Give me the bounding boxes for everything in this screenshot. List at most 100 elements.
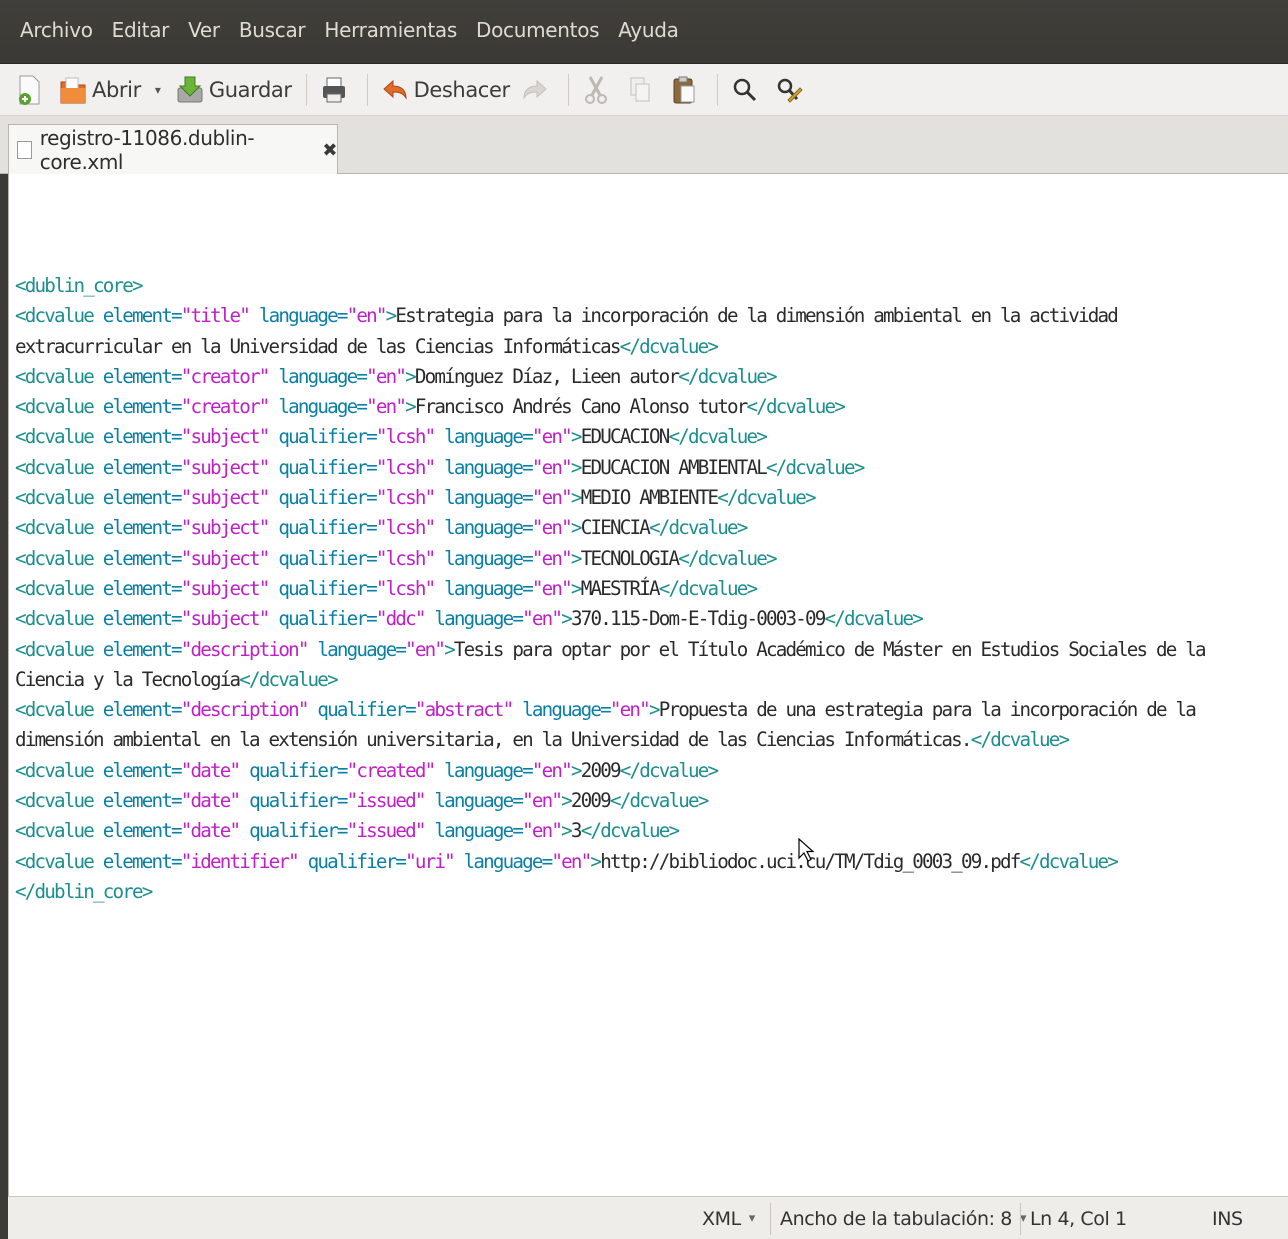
code-token-attr: language= [512, 698, 612, 722]
code-line[interactable]: <dcvalue element="date" qualifier="creat… [15, 756, 1285, 786]
find-replace-button[interactable] [774, 70, 808, 110]
code-line[interactable]: <dcvalue element="title" language="en">E… [15, 301, 1285, 331]
code-token-tag: <dcvalue [15, 789, 103, 813]
code-token-tag: </dcvalue> [609, 789, 709, 813]
code-token-attr: element= [102, 576, 183, 600]
mouse-pointer-icon [798, 838, 814, 862]
insert-mode: INS [1212, 1197, 1243, 1239]
code-line[interactable]: <dcvalue element="date" qualifier="issue… [15, 786, 1285, 816]
code-token-tag: </dcvalue> [678, 546, 777, 570]
menu-herramientas[interactable]: Herramientas [324, 18, 457, 42]
code-token-tag: </dcvalue> [619, 758, 719, 782]
code-token-txt: MEDIO AMBIENTE [580, 486, 719, 510]
code-token-attr: language= [453, 849, 554, 873]
code-line[interactable]: <dcvalue element="subject" qualifier="lc… [15, 422, 1285, 452]
code-token-tag: > [561, 819, 573, 843]
code-token-tag: <dcvalue [15, 819, 103, 843]
code-line[interactable]: extracurricular en la Universidad de las… [15, 332, 1285, 362]
code-line[interactable]: <dcvalue element="subject" qualifier="lc… [15, 544, 1285, 574]
code-token-val: "en" [366, 395, 407, 419]
code-token-txt: Tesis para optar por el Título Académico… [453, 637, 1207, 661]
menu-bar: Archivo Editar Ver Buscar Herramientas D… [0, 0, 1288, 64]
paste-button[interactable] [669, 70, 703, 110]
code-token-val: "en" [405, 637, 446, 661]
code-token-tag: > [385, 304, 398, 328]
code-line[interactable]: <dcvalue element="description" qualifier… [15, 695, 1285, 725]
code-line[interactable]: <dcvalue element="subject" qualifier="lc… [15, 574, 1285, 604]
undo-button[interactable]: Deshacer [380, 70, 510, 110]
menu-ver[interactable]: Ver [188, 18, 220, 42]
copy-button[interactable] [625, 70, 659, 110]
code-line[interactable]: </dublin_core> [15, 877, 1285, 907]
code-line[interactable]: <dcvalue element="creator" language="en"… [15, 362, 1285, 392]
menu-documentos[interactable]: Documentos [476, 18, 600, 42]
code-token-val: "subject" [180, 516, 271, 540]
menu-buscar[interactable]: Buscar [239, 18, 306, 42]
code-token-val: "subject" [180, 425, 271, 449]
save-button[interactable]: Guardar [175, 70, 292, 110]
code-token-attr: element= [102, 819, 183, 843]
new-document-button[interactable] [14, 70, 48, 110]
code-line[interactable]: <dcvalue element="identifier" qualifier=… [15, 847, 1285, 877]
code-token-tag: > [570, 455, 583, 479]
code-token-val: "description" [180, 698, 310, 722]
code-token-val: "ddc" [375, 607, 427, 631]
code-token-val: "created" [346, 758, 437, 782]
text-editor-area[interactable]: <dublin_core> <dcvalue element="title" la… [8, 174, 1288, 1196]
cut-scissors-icon [584, 75, 607, 104]
code-token-attr: language= [434, 425, 534, 449]
code-token-txt: CIENCIA [580, 516, 651, 540]
language-selector[interactable]: XML ▾ [702, 1197, 755, 1239]
code-token-tag: <dcvalue [15, 455, 103, 479]
code-token-tag: > [444, 637, 456, 661]
language-label: XML [702, 1207, 741, 1230]
code-token-txt: dimensión ambiental en la extensión univ… [15, 728, 972, 752]
code-token-attr: element= [102, 607, 183, 631]
code-line[interactable]: <dcvalue element="description" language=… [15, 635, 1285, 665]
code-line[interactable]: <dcvalue element="subject" qualifier="lc… [15, 453, 1285, 483]
code-content[interactable]: <dublin_core> <dcvalue element="title" la… [15, 271, 1285, 907]
find-button[interactable] [730, 70, 764, 110]
code-line[interactable]: <dcvalue element="subject" qualifier="dd… [15, 604, 1285, 634]
code-token-val: "en" [346, 304, 388, 328]
code-token-attr: element= [102, 516, 183, 540]
code-line[interactable]: <dcvalue element="subject" qualifier="lc… [15, 513, 1285, 543]
open-button[interactable]: Abrir [58, 70, 141, 110]
menu-editar[interactable]: Editar [112, 18, 170, 42]
code-token-tag: <dcvalue [15, 849, 103, 873]
redo-button[interactable] [520, 70, 554, 110]
menu-archivo[interactable]: Archivo [20, 18, 93, 42]
tab-registro-xml[interactable]: registro-11086.dublin-core.xml ✖ [8, 124, 338, 175]
code-line[interactable]: <dublin_core> [15, 271, 1285, 301]
paste-clipboard-icon [673, 76, 695, 103]
code-token-attr: element= [102, 698, 183, 722]
code-token-tag: </dcvalue> [765, 455, 865, 479]
close-tab-icon[interactable]: ✖ [322, 140, 337, 161]
code-token-val: "lcsh" [375, 576, 436, 600]
code-token-val: "en" [551, 849, 592, 873]
code-token-tag: > [570, 516, 583, 540]
menu-ayuda[interactable]: Ayuda [618, 18, 679, 42]
code-token-txt: EDUCACION AMBIENTAL [580, 455, 768, 479]
status-bar: XML ▾ Ancho de la tabulación: 8 ▾ Ln 4, … [8, 1196, 1288, 1239]
code-token-val: "lcsh" [375, 455, 436, 479]
code-token-tag: </dcvalue> [658, 576, 758, 600]
cut-button[interactable] [581, 70, 615, 110]
code-token-attr: qualifier= [307, 698, 416, 722]
code-token-txt: TECNOLOGIA [580, 546, 680, 570]
code-token-val: "creator" [180, 395, 271, 419]
code-line[interactable]: <dcvalue element="date" qualifier="issue… [15, 816, 1285, 846]
code-line[interactable]: Ciencia y la Tecnología</dcvalue> [15, 665, 1285, 695]
open-recent-dropdown-icon[interactable]: ▾ [155, 83, 161, 97]
print-button[interactable] [319, 70, 353, 110]
toolbar-separator [716, 73, 718, 106]
code-line[interactable]: dimensión ambiental en la extensión univ… [15, 725, 1285, 755]
toolbar-separator [567, 73, 569, 106]
tab-width-selector[interactable]: Ancho de la tabulación: 8 ▾ [780, 1197, 1027, 1239]
code-line[interactable]: <dcvalue element="creator" language="en"… [15, 392, 1285, 422]
code-token-val: "en" [531, 546, 573, 570]
code-line[interactable]: <dcvalue element="subject" qualifier="lc… [15, 483, 1285, 513]
code-token-attr: language= [307, 637, 407, 661]
tab-width-label: Ancho de la tabulación: 8 [780, 1207, 1012, 1230]
code-token-tag: > [570, 486, 583, 510]
